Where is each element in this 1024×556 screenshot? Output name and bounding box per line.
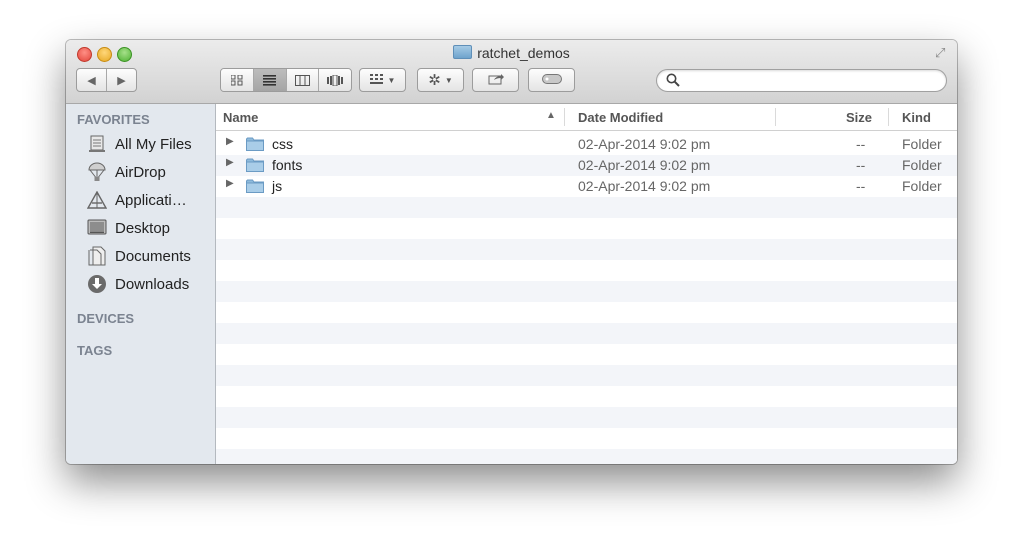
sidebar-item-downloads[interactable]: Downloads	[86, 272, 211, 296]
sidebar-item-label: Downloads	[115, 275, 190, 293]
file-size: --	[856, 157, 866, 173]
sidebar-item-label: Desktop	[115, 219, 171, 237]
chevron-down-icon: ▼	[444, 75, 453, 85]
empty-row	[216, 365, 957, 386]
file-date: 02-Apr-2014 9:02 pm	[578, 157, 711, 173]
sidebar-item-label: Applicati…	[115, 191, 187, 209]
back-arrow-icon[interactable]: ◀	[77, 74, 106, 87]
empty-row	[216, 344, 957, 365]
share-icon	[488, 73, 504, 88]
column-date-modified[interactable]: Date Modified	[578, 110, 663, 125]
devices-heading[interactable]: DEVICES	[77, 311, 134, 326]
empty-row	[216, 386, 957, 407]
empty-row	[216, 407, 957, 428]
file-name: fonts	[272, 157, 303, 173]
empty-row	[216, 323, 957, 344]
table-row[interactable]: ▶ fonts 02-Apr-2014 9:02 pm -- Folder	[216, 155, 957, 176]
folder-icon	[453, 45, 473, 59]
column-divider[interactable]	[775, 108, 776, 126]
file-name: css	[272, 136, 293, 152]
table-row[interactable]: ▶ js 02-Apr-2014 9:02 pm -- Folder	[216, 176, 957, 197]
finder-window: ratchet_demos ⤢ ◀ ▶ ▼ ✲ ▼ FAVORITES All …	[66, 40, 957, 464]
view-mode-group	[220, 68, 352, 92]
disclosure-triangle-icon[interactable]: ▶	[226, 136, 234, 147]
tag-icon	[541, 73, 562, 87]
sidebar: FAVORITES All My Files AirDrop Applicati…	[66, 104, 216, 464]
folder-icon	[246, 158, 264, 172]
file-list: Name ▲ Date Modified Size Kind ▶ css 02-Ap…	[216, 104, 957, 464]
file-date: 02-Apr-2014 9:02 pm	[578, 178, 711, 194]
file-size: --	[856, 178, 866, 194]
disclosure-triangle-icon[interactable]: ▶	[226, 157, 234, 168]
tags-heading[interactable]: TAGS	[77, 343, 112, 358]
column-kind[interactable]: Kind	[902, 110, 931, 125]
sidebar-item-label: All My Files	[115, 135, 192, 153]
sidebar-item-airdrop[interactable]: AirDrop	[86, 160, 211, 184]
icon-view-icon[interactable]	[221, 69, 254, 91]
all-files-icon	[86, 134, 108, 154]
sidebar-item-applications[interactable]: Applicati…	[86, 188, 211, 212]
gear-icon: ✲	[428, 72, 441, 89]
column-size[interactable]: Size	[846, 110, 872, 125]
empty-row	[216, 449, 957, 464]
search-field[interactable]	[656, 69, 947, 92]
file-kind: Folder	[902, 157, 942, 173]
documents-icon	[86, 246, 108, 266]
sidebar-item-label: Documents	[115, 247, 191, 265]
folder-icon	[246, 137, 264, 151]
desktop-icon	[86, 218, 108, 238]
empty-row	[216, 218, 957, 239]
list-view-icon[interactable]	[253, 69, 287, 91]
column-view-icon[interactable]	[286, 69, 320, 91]
sidebar-item-label: AirDrop	[115, 163, 166, 181]
empty-row	[216, 197, 957, 218]
empty-row	[216, 302, 957, 323]
back-forward-buttons: ◀ ▶	[76, 68, 137, 92]
chevron-down-icon: ▼	[387, 75, 396, 85]
sort-ascending-icon: ▲	[546, 110, 556, 121]
file-date: 02-Apr-2014 9:02 pm	[578, 136, 711, 152]
file-size: --	[856, 136, 866, 152]
downloads-icon	[86, 274, 108, 294]
empty-row	[216, 281, 957, 302]
file-kind: Folder	[902, 136, 942, 152]
sidebar-item-documents[interactable]: Documents	[86, 244, 211, 268]
arrange-button[interactable]: ▼	[359, 68, 406, 92]
applications-icon	[86, 190, 108, 210]
forward-arrow-icon[interactable]: ▶	[107, 74, 136, 87]
tag-button[interactable]	[528, 68, 575, 92]
coverflow-view-icon[interactable]	[319, 69, 351, 91]
column-divider[interactable]	[564, 108, 565, 126]
column-name[interactable]: Name	[223, 110, 258, 125]
file-kind: Folder	[902, 178, 942, 194]
arrange-grid-icon	[369, 73, 384, 87]
empty-row	[216, 260, 957, 281]
share-button[interactable]	[472, 68, 519, 92]
column-header: Name ▲ Date Modified Size Kind	[216, 104, 957, 131]
action-button[interactable]: ✲ ▼	[417, 68, 464, 92]
airdrop-icon	[86, 162, 108, 182]
fullscreen-icon[interactable]: ⤢	[935, 46, 949, 60]
empty-row	[216, 239, 957, 260]
search-icon	[666, 73, 680, 87]
sidebar-item-all-my-files[interactable]: All My Files	[86, 132, 211, 156]
empty-row	[216, 428, 957, 449]
favorites-heading: FAVORITES	[77, 112, 150, 127]
file-name: js	[272, 178, 283, 194]
sidebar-item-desktop[interactable]: Desktop	[86, 216, 211, 240]
disclosure-triangle-icon[interactable]: ▶	[226, 178, 234, 189]
window-title: ratchet_demos	[66, 45, 957, 61]
search-input[interactable]	[685, 72, 939, 91]
table-row[interactable]: ▶ css 02-Apr-2014 9:02 pm -- Folder	[216, 134, 957, 155]
folder-icon	[246, 179, 264, 193]
window-title-text: ratchet_demos	[477, 45, 570, 61]
column-divider[interactable]	[888, 108, 889, 126]
titlebar: ratchet_demos ⤢ ◀ ▶ ▼ ✲ ▼	[66, 40, 957, 104]
